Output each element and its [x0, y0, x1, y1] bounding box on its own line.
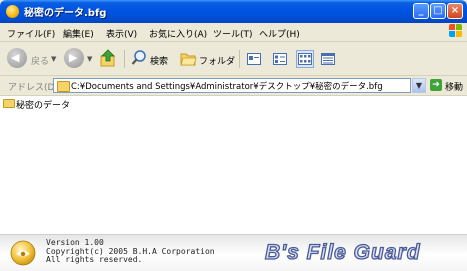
menu-bar: ファイル(F) 編集(E) 表示(V) お気に入り(A) ツール(T) ヘルプ(…: [0, 23, 467, 42]
search-button[interactable]: 検索: [131, 49, 179, 69]
tiles-view-icon: [273, 53, 287, 65]
back-dropdown-icon[interactable]: ▼: [51, 55, 56, 63]
address-bar: アドレス(D) C:¥Documents and Settings¥Admini…: [0, 76, 467, 96]
product-logo: B's File Guard: [264, 240, 421, 264]
address-dropdown-button[interactable]: ▼: [412, 78, 426, 93]
go-button[interactable]: 移動: [445, 80, 463, 93]
icons-view-icon: [298, 53, 312, 65]
menu-view[interactable]: 表示(V): [106, 27, 137, 40]
explorer-window: 秘密のデータ.bfg _ □ × ファイル(F) 編集(E) 表示(V) お気に…: [0, 0, 467, 271]
menu-file[interactable]: ファイル(F): [7, 27, 55, 40]
app-icon: [6, 5, 19, 18]
back-button[interactable]: ◀: [7, 48, 27, 68]
toolbar-separator: [239, 50, 240, 68]
view-thumbnails-button[interactable]: [245, 50, 263, 68]
menu-tools[interactable]: ツール(T): [213, 27, 253, 40]
address-input[interactable]: C:¥Documents and Settings¥Administrator¥…: [53, 78, 411, 93]
folder-icon: [3, 99, 15, 108]
maximize-button[interactable]: □: [430, 3, 446, 19]
toolbar-separator: [124, 50, 125, 68]
folder-icon: [57, 81, 70, 92]
toolbar: ◀ 戻る ▼ ▶ ▼ 検索 フォルダ: [0, 42, 467, 76]
view-details-button[interactable]: [319, 50, 337, 68]
view-tiles-button[interactable]: [271, 50, 289, 68]
folder-icon: [180, 53, 197, 66]
minimize-button[interactable]: _: [413, 3, 429, 19]
view-icons-button[interactable]: [296, 50, 314, 68]
close-button[interactable]: ×: [447, 3, 463, 19]
rights-text: All rights reserved.: [46, 255, 143, 264]
forward-button[interactable]: ▶: [64, 48, 84, 68]
shield-lock-icon: [10, 240, 36, 266]
forward-arrow-icon: ▶: [69, 51, 78, 64]
search-label: 検索: [150, 57, 169, 67]
address-value: C:¥Documents and Settings¥Administrator¥…: [71, 82, 383, 92]
list-item-label: 秘密のデータ: [16, 101, 71, 111]
up-folder-button[interactable]: [100, 49, 116, 67]
menu-help[interactable]: ヘルプ(H): [259, 27, 300, 40]
menu-favorites[interactable]: お気に入り(A): [149, 27, 207, 40]
forward-dropdown-icon[interactable]: ▼: [87, 55, 92, 63]
window-title: 秘密のデータ.bfg: [24, 8, 107, 19]
footer-banner: Version 1.00 Copyright(c) 2005 B.H.A Cor…: [0, 234, 467, 271]
back-label: 戻る: [31, 57, 50, 67]
folders-button[interactable]: フォルダ: [180, 49, 235, 69]
folders-label: フォルダ: [199, 57, 236, 67]
title-bar[interactable]: 秘密のデータ.bfg _ □ ×: [0, 0, 467, 23]
version-info: Version 1.00 Copyright(c) 2005 B.H.A Cor…: [46, 238, 215, 265]
windows-logo-icon: [449, 24, 463, 38]
search-icon: [131, 50, 146, 65]
go-arrow-icon[interactable]: ➔: [430, 79, 442, 91]
back-arrow-icon: ◀: [11, 51, 20, 64]
details-view-icon: [321, 53, 335, 65]
menu-edit[interactable]: 編集(E): [63, 27, 94, 40]
address-label: アドレス(D): [8, 83, 58, 93]
file-list-pane[interactable]: 秘密のデータ: [0, 96, 467, 234]
up-folder-icon: [100, 49, 115, 67]
thumbnails-view-icon: [247, 53, 261, 65]
